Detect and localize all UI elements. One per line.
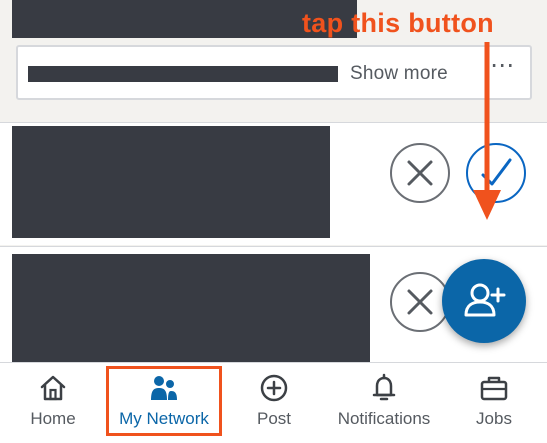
- nav-home[interactable]: Home: [14, 363, 92, 443]
- annotation-highlight-box: [106, 366, 222, 436]
- bottom-navigation: Home My Network Post Notifications Jobs: [0, 362, 547, 443]
- nav-jobs-label: Jobs: [476, 409, 512, 428]
- nav-notifications[interactable]: Notifications: [326, 363, 442, 443]
- nav-post-label: Post: [256, 409, 292, 428]
- redacted-invitation: [12, 126, 330, 238]
- post-plus-icon: [260, 374, 288, 402]
- redacted-text: [28, 66, 338, 82]
- close-icon: [407, 289, 433, 315]
- annotation-label: tap this button: [302, 8, 494, 38]
- show-more-card[interactable]: Show more ⋯: [16, 45, 532, 100]
- nav-home-label: Home: [30, 409, 76, 428]
- add-connection-fab[interactable]: [442, 259, 526, 343]
- annotation-arrow-icon: [473, 42, 501, 220]
- show-more-label[interactable]: Show more: [350, 63, 448, 85]
- redacted-invitation: [12, 254, 370, 363]
- nav-jobs[interactable]: Jobs: [456, 363, 532, 443]
- bell-icon: [372, 373, 396, 401]
- decline-button[interactable]: [390, 272, 450, 332]
- nav-notifications-label: Notifications: [337, 409, 431, 428]
- close-icon: [407, 160, 433, 186]
- add-person-icon: [464, 283, 506, 317]
- nav-post[interactable]: Post: [236, 363, 312, 443]
- home-icon: [40, 375, 66, 401]
- briefcase-icon: [480, 376, 508, 401]
- decline-button[interactable]: [390, 143, 450, 203]
